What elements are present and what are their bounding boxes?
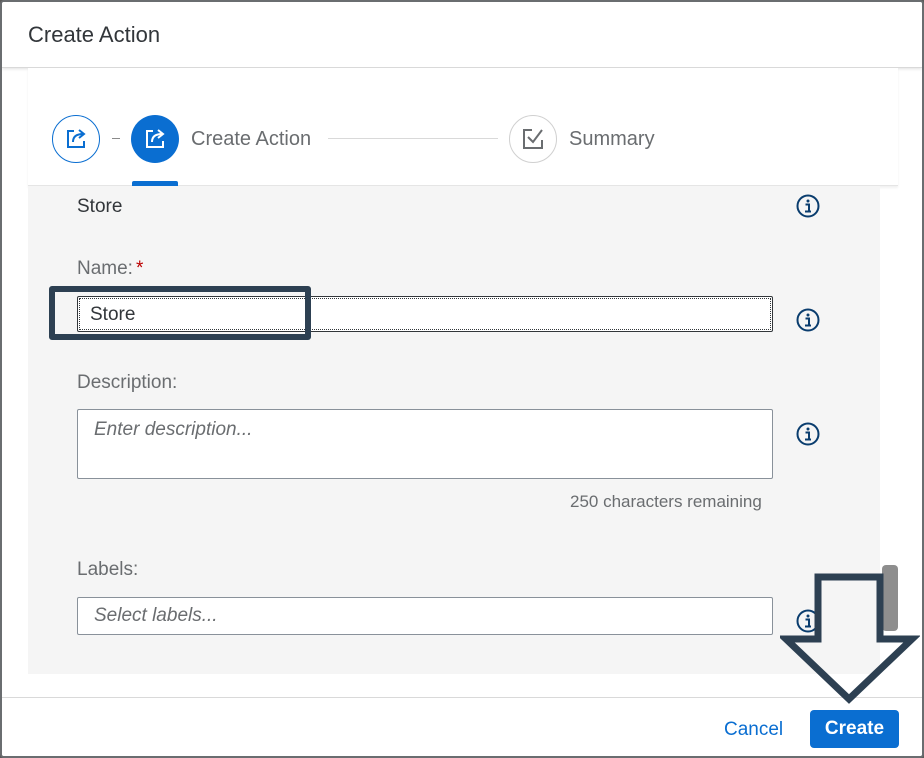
create-button[interactable]: Create <box>810 710 899 748</box>
name-label: Name: * <box>77 258 143 280</box>
labels-placeholder: Select labels... <box>94 605 218 626</box>
wizard-step-label: Create Action <box>191 128 312 150</box>
section-title: Store <box>77 196 123 217</box>
form-content: Store Name: * Store Description: Enter de… <box>28 186 880 674</box>
description-label: Description: <box>77 372 178 393</box>
dialog-footer: Cancel Create <box>2 697 922 756</box>
description-placeholder: Enter description... <box>94 419 253 440</box>
info-icon[interactable] <box>796 194 820 218</box>
checkbox-icon <box>523 129 543 149</box>
labels-select-input[interactable]: Select labels... <box>77 597 773 635</box>
step-separator <box>112 138 120 139</box>
wizard-step-create-action[interactable] <box>131 115 179 163</box>
labels-label: Labels: <box>77 559 139 580</box>
wizard-step-1[interactable] <box>52 115 100 163</box>
dialog-header: Create Action <box>2 2 922 68</box>
description-textarea[interactable]: Enter description... <box>77 409 773 479</box>
info-icon[interactable] <box>796 308 820 332</box>
highlight-annotation-box <box>49 286 311 340</box>
step-connector-line <box>328 138 498 139</box>
dialog-title: Create Action <box>28 22 161 47</box>
name-label-text: Name: <box>77 258 133 279</box>
wizard-navigation: Create Action Summary <box>28 68 898 186</box>
info-icon[interactable] <box>796 422 820 446</box>
wizard-step-summary[interactable] <box>509 115 557 163</box>
arrow-down-annotation-icon <box>780 573 920 704</box>
required-marker: * <box>135 258 144 279</box>
share-icon <box>146 129 165 148</box>
share-icon <box>67 129 86 148</box>
cancel-button[interactable]: Cancel <box>712 712 795 748</box>
wizard-step-label: Summary <box>569 128 655 150</box>
character-counter: 250 characters remaining <box>570 492 762 511</box>
